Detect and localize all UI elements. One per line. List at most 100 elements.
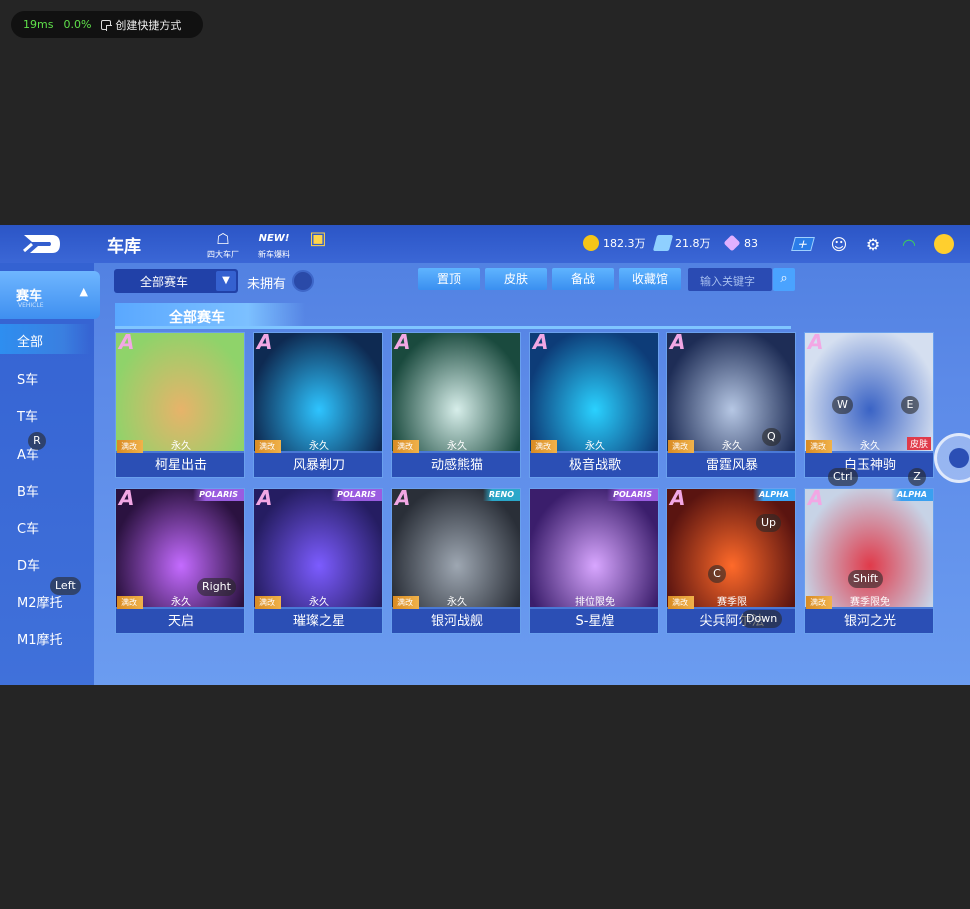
tier-badge: A	[670, 332, 686, 354]
settings-button[interactable]: ⚙	[862, 233, 884, 255]
sidebar-header-sub: VEHICLE	[18, 302, 44, 309]
plus-icon: +	[791, 237, 815, 251]
search-input[interactable]: 输入关键字	[688, 268, 772, 291]
tier-badge: A	[395, 332, 411, 354]
sidebar-item-m1[interactable]: M1摩托	[0, 622, 90, 652]
tier-badge: A	[119, 488, 135, 510]
voucher-icon	[652, 235, 674, 251]
key-hint: R	[28, 432, 46, 450]
key-hint: Shift	[848, 570, 884, 588]
car-image	[530, 489, 658, 607]
diamond-value: 83	[744, 236, 758, 250]
mod-badge: 满改	[117, 440, 143, 453]
key-hint: Z	[908, 468, 926, 486]
sidebar-item-s[interactable]: S车	[0, 362, 90, 392]
car-card[interactable]: A ALPHA 赛季限免 满改 银河之光	[804, 488, 934, 634]
tier-badge: A	[808, 332, 824, 354]
sidebar-item-b[interactable]: B车	[0, 474, 90, 504]
sidebar-item-d[interactable]: D车	[0, 548, 90, 578]
car-name: 银河战舰	[392, 609, 520, 633]
new-car-button[interactable]: NEW! 新车爆料	[254, 229, 294, 261]
back-logo-icon[interactable]	[22, 231, 62, 257]
voucher-balance: 21.8万	[652, 235, 711, 251]
friends-button[interactable]: ☺	[828, 233, 850, 255]
car-name: 动感熊猫	[392, 453, 520, 477]
brand-badge: ALPHA	[752, 489, 795, 501]
tier-badge: A	[670, 488, 686, 510]
car-card[interactable]: POLARIS 排位限免 S-星煌	[529, 488, 659, 634]
car-card[interactable]: A 永久 满改 极音战歌	[529, 332, 659, 478]
car-factory-label: 四大车厂	[207, 250, 239, 259]
car-image	[392, 489, 520, 607]
car-image	[116, 333, 244, 451]
new-car-label: 新车爆料	[258, 250, 290, 259]
category-dropdown-value: 全部赛车	[140, 275, 189, 289]
category-dropdown[interactable]: 全部赛车 ▼	[114, 269, 238, 293]
duration-text: 排位限免	[575, 597, 615, 608]
sidebar-item-t[interactable]: T车	[0, 399, 90, 429]
sidebar-item-all[interactable]: 全部	[0, 324, 90, 354]
cpu-text: 0.0%	[63, 18, 92, 31]
recharge-button[interactable]: +	[791, 233, 815, 255]
key-hint: Left	[50, 577, 81, 595]
car-name: 银河之光	[805, 609, 933, 633]
pin-button[interactable]: 置顶	[418, 268, 480, 290]
top-bar	[0, 225, 970, 263]
gift-button[interactable]: ▣	[300, 229, 336, 261]
mod-badge: 满改	[255, 440, 281, 453]
key-hint: Down	[741, 610, 783, 628]
section-divider	[115, 326, 791, 329]
tier-badge: A	[533, 332, 549, 354]
car-name: 雷霆风暴	[667, 453, 795, 477]
mod-badge: 满改	[531, 440, 557, 453]
search-button[interactable]: ⌕	[773, 268, 795, 291]
car-card[interactable]: A 永久 满改 柯星出击	[115, 332, 245, 478]
skin-button[interactable]: 皮肤	[485, 268, 547, 290]
gift-icon: ▣	[309, 228, 327, 249]
network-status: ◠	[898, 233, 920, 255]
car-name: 璀璨之星	[254, 609, 382, 633]
key-hint: Q	[762, 428, 781, 446]
mod-badge: 满改	[117, 596, 143, 609]
avatar-button[interactable]	[933, 233, 955, 255]
mod-badge: 满改	[668, 596, 694, 609]
collection-button[interactable]: 收藏馆	[619, 268, 681, 290]
car-card[interactable]: A POLARIS 永久 满改 璀璨之星	[253, 488, 383, 634]
diamond-icon	[723, 234, 741, 252]
page-title: 车库	[107, 237, 141, 257]
key-hint: W	[832, 396, 853, 414]
right-joystick[interactable]	[934, 433, 970, 483]
key-hint: Up	[756, 514, 782, 532]
create-shortcut-button[interactable]: 创建快捷方式	[115, 17, 181, 33]
sidebar-header[interactable]: 赛车 VEHICLE ▲	[0, 271, 100, 319]
car-image	[530, 333, 658, 451]
coin-balance: 182.3万	[583, 235, 646, 251]
mod-badge: 满改	[393, 596, 419, 609]
car-image	[805, 489, 933, 607]
car-card[interactable]: A 永久 满改 风暴剃刀	[253, 332, 383, 478]
tier-badge: A	[808, 488, 824, 510]
car-card[interactable]: A 永久 满改 动感熊猫	[391, 332, 521, 478]
key-hint: E	[901, 396, 919, 414]
unowned-toggle[interactable]	[292, 270, 314, 292]
unowned-label: 未拥有	[247, 277, 287, 292]
search-icon: ⌕	[780, 271, 788, 286]
perf-overlay: 19ms 0.0% 创建快捷方式	[11, 11, 203, 38]
brand-badge: RENO	[482, 489, 520, 501]
tier-badge: A	[257, 488, 273, 510]
mod-badge: 满改	[806, 440, 832, 453]
screen: 19ms 0.0% 创建快捷方式 车库 ☖ 四大车厂 NEW! 新车爆料 ▣ 1…	[0, 0, 970, 909]
car-card[interactable]: A RENO 永久 满改 银河战舰	[391, 488, 521, 634]
friends-icon: ☺	[830, 234, 848, 254]
avatar-icon	[934, 234, 954, 254]
car-name: 柯星出击	[116, 453, 244, 477]
prepare-button[interactable]: 备战	[552, 268, 614, 290]
mod-badge: 满改	[806, 596, 832, 609]
car-card[interactable]: A POLARIS 永久 满改 天启	[115, 488, 245, 634]
sidebar-item-c[interactable]: C车	[0, 511, 90, 541]
car-card[interactable]: A 永久 满改 雷霆风暴	[666, 332, 796, 478]
mod-badge: 满改	[393, 440, 419, 453]
key-hint: C	[708, 565, 726, 583]
car-name: S-星煌	[530, 609, 658, 633]
car-factory-button[interactable]: ☖ 四大车厂	[203, 229, 243, 261]
